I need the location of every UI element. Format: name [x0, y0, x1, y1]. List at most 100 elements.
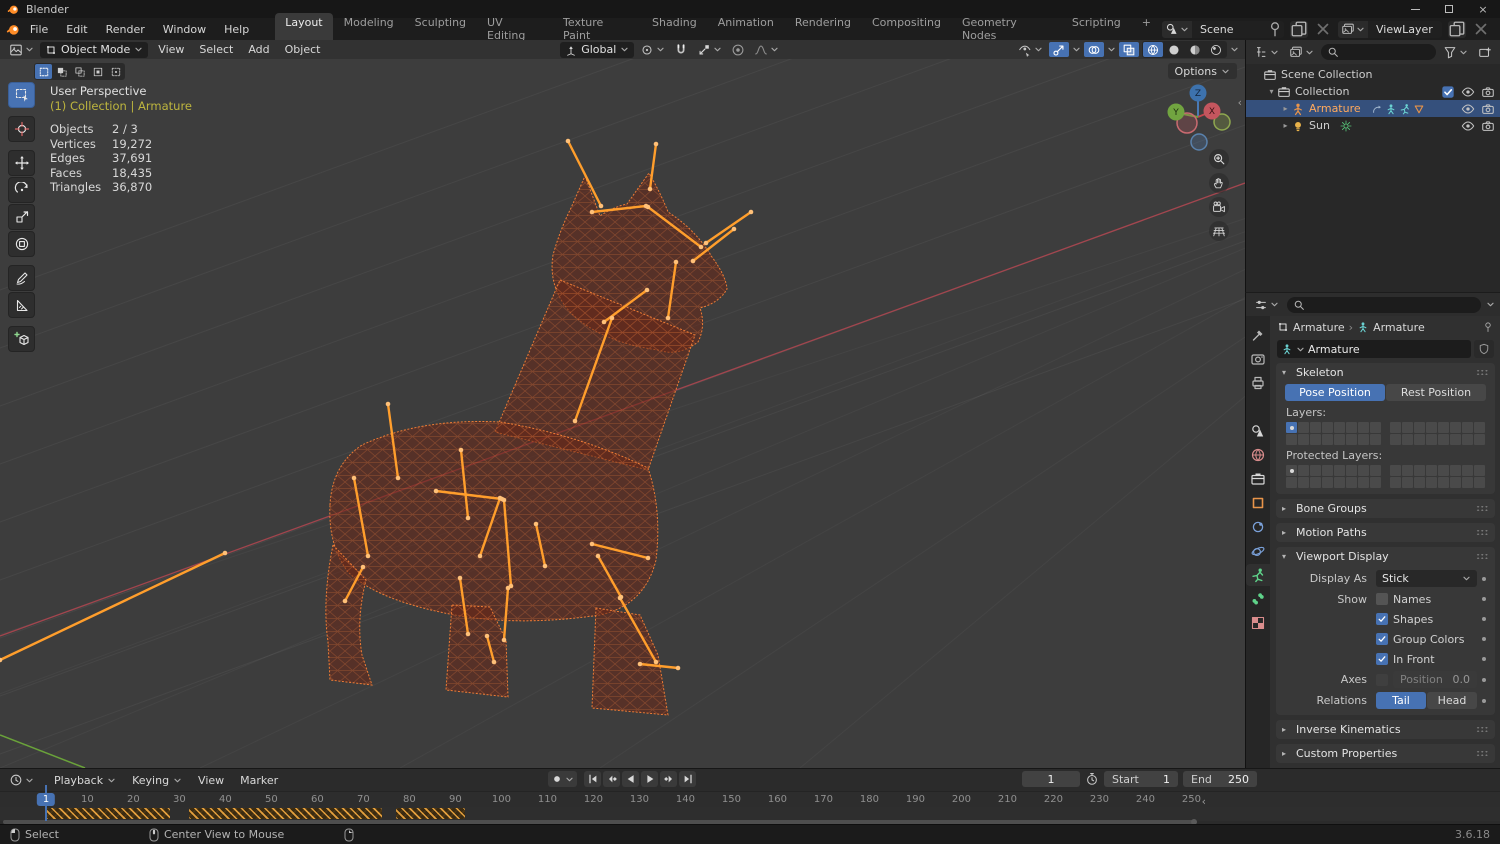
- layer-cell[interactable]: [1310, 465, 1321, 476]
- layer-cell[interactable]: [1438, 477, 1449, 488]
- layer-cell[interactable]: [1414, 422, 1425, 433]
- stopwatch-icon[interactable]: [1085, 772, 1099, 786]
- tool-cursor[interactable]: [8, 116, 35, 142]
- viewport-menu-add[interactable]: Add: [241, 41, 276, 58]
- select-mode-invert[interactable]: [89, 64, 106, 79]
- layer-cell[interactable]: [1414, 477, 1425, 488]
- transport-jump-start-button[interactable]: [584, 771, 601, 787]
- panel-custom-properties-header[interactable]: ▸ Custom Properties: [1276, 744, 1495, 763]
- properties-tab-collection[interactable]: [1246, 468, 1270, 490]
- shading-shade-material[interactable]: [1185, 42, 1205, 57]
- navigation-gizmo[interactable]: Z X Y: [1162, 82, 1234, 154]
- layer-cell[interactable]: [1322, 434, 1333, 445]
- transport-play-reverse-button[interactable]: [622, 771, 639, 787]
- animate-dot[interactable]: [1477, 677, 1491, 682]
- tool-select-box[interactable]: [8, 82, 35, 108]
- layer-cell[interactable]: [1310, 434, 1321, 445]
- layer-cell[interactable]: [1402, 422, 1413, 433]
- properties-tab-output[interactable]: [1246, 372, 1270, 394]
- transport-key-next-button[interactable]: [660, 771, 677, 787]
- chevron-down-icon[interactable]: [1486, 300, 1495, 309]
- maximize-button[interactable]: [1432, 0, 1466, 18]
- timeline-menu-keying[interactable]: Keying: [125, 772, 189, 789]
- layer-cell[interactable]: [1426, 434, 1437, 445]
- panel-drag-handle[interactable]: [1476, 369, 1489, 376]
- properties-tab-view-layer[interactable]: [1246, 396, 1270, 418]
- layer-cell[interactable]: [1358, 422, 1369, 433]
- layer-cell[interactable]: [1370, 434, 1381, 445]
- layer-cell[interactable]: [1438, 465, 1449, 476]
- outliner-row-armature[interactable]: ▸ Armature: [1246, 100, 1500, 117]
- outliner-label[interactable]: Scene Collection: [1281, 68, 1372, 81]
- pose-position-button[interactable]: Pose Position: [1285, 384, 1385, 401]
- viewlayer-selector[interactable]: ViewLayer: [1338, 20, 1442, 38]
- layer-cell[interactable]: [1358, 434, 1369, 445]
- axes-position-field[interactable]: Position 0.0: [1393, 671, 1477, 688]
- pin-icon[interactable]: [1266, 21, 1284, 38]
- outliner-label[interactable]: Armature: [1309, 102, 1361, 115]
- layer-cell[interactable]: [1426, 422, 1437, 433]
- layer-cell[interactable]: [1474, 465, 1485, 476]
- properties-tab-physics[interactable]: [1246, 540, 1270, 562]
- viewport-3d[interactable]: Object Mode View Select Add Object Global O…: [0, 40, 1245, 768]
- menu-help[interactable]: Help: [215, 20, 258, 39]
- chevron-down-icon[interactable]: [1230, 45, 1239, 54]
- mode-dropdown[interactable]: Object Mode: [40, 41, 149, 58]
- panel-drag-handle[interactable]: [1476, 553, 1489, 560]
- timeline-menu-view[interactable]: View: [191, 772, 231, 789]
- properties-tab-bone[interactable]: [1246, 588, 1270, 610]
- layer-cell[interactable]: [1334, 465, 1345, 476]
- shading-shade-solid[interactable]: [1164, 42, 1184, 57]
- layer-cell[interactable]: [1474, 422, 1485, 433]
- display-as-dropdown[interactable]: Stick: [1376, 570, 1477, 587]
- layer-cell[interactable]: [1462, 477, 1473, 488]
- breadcrumb-data[interactable]: Armature: [1373, 321, 1425, 334]
- scene-selector[interactable]: Scene: [1162, 20, 1284, 38]
- layer-cell[interactable]: [1346, 422, 1357, 433]
- shapes-checkbox[interactable]: [1376, 613, 1388, 625]
- nav-hand-button[interactable]: [1209, 173, 1229, 193]
- layer-cell[interactable]: [1322, 477, 1333, 488]
- layer-cell[interactable]: [1298, 422, 1309, 433]
- snap-settings-dropdown[interactable]: [694, 42, 725, 58]
- animate-dot[interactable]: [1477, 617, 1491, 621]
- eye-toggle-icon[interactable]: [1461, 85, 1475, 99]
- layer-cell[interactable]: [1322, 422, 1333, 433]
- proportional-edit-toggle[interactable]: [728, 42, 748, 58]
- layer-cell[interactable]: [1438, 422, 1449, 433]
- layer-cell[interactable]: [1346, 477, 1357, 488]
- properties-tab-tool[interactable]: [1246, 324, 1270, 346]
- outliner-row-collection[interactable]: ▾ Collection: [1246, 83, 1500, 100]
- layer-cell[interactable]: [1402, 465, 1413, 476]
- disclosure-down-icon[interactable]: ▾: [1266, 87, 1277, 96]
- layer-cell[interactable]: [1474, 434, 1485, 445]
- menu-render[interactable]: Render: [97, 20, 154, 39]
- layer-cell[interactable]: [1370, 465, 1381, 476]
- delete-scene-button[interactable]: [1314, 21, 1332, 38]
- scene-name[interactable]: Scene: [1192, 23, 1266, 36]
- keyframe-segment[interactable]: [395, 808, 465, 819]
- layer-cell[interactable]: [1450, 434, 1461, 445]
- layer-cell[interactable]: [1310, 422, 1321, 433]
- group-colors-checkbox[interactable]: [1376, 633, 1388, 645]
- camera-toggle-icon[interactable]: [1481, 102, 1495, 116]
- transport-play-button[interactable]: [641, 771, 658, 787]
- layer-cell[interactable]: [1390, 422, 1401, 433]
- properties-tab-data[interactable]: [1246, 564, 1270, 586]
- layer-cell[interactable]: [1402, 477, 1413, 488]
- pivot-dropdown[interactable]: [637, 42, 668, 58]
- outliner-label[interactable]: Sun: [1309, 119, 1330, 132]
- properties-tab-constraints[interactable]: [1246, 516, 1270, 538]
- tool-move[interactable]: [8, 150, 35, 176]
- tool-rotate[interactable]: [8, 177, 35, 203]
- outliner-row-sun[interactable]: ▸ Sun: [1246, 117, 1500, 134]
- layer-cell[interactable]: [1450, 465, 1461, 476]
- panel-drag-handle[interactable]: [1476, 505, 1489, 512]
- tool-add-cube[interactable]: [8, 326, 35, 352]
- panel-drag-handle[interactable]: [1476, 750, 1489, 757]
- filter-button[interactable]: [1440, 44, 1471, 60]
- outliner-editor-button[interactable]: [1251, 44, 1282, 60]
- layer-cell[interactable]: [1474, 477, 1485, 488]
- layer-cell[interactable]: [1450, 477, 1461, 488]
- layer-cell[interactable]: [1402, 434, 1413, 445]
